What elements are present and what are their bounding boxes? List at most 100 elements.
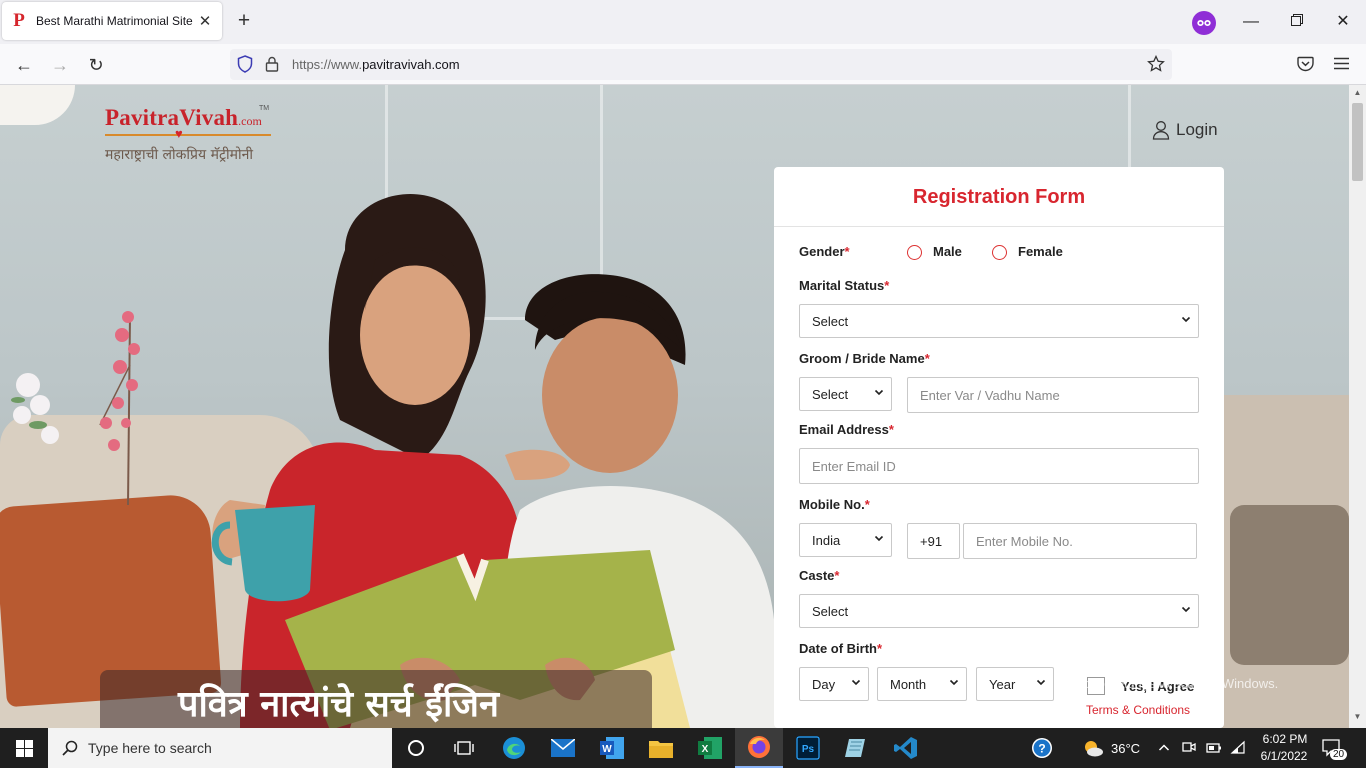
- tab-close-icon[interactable]: ✕: [196, 12, 214, 30]
- cortana-icon[interactable]: [392, 728, 440, 768]
- caste-label: Caste*: [799, 568, 839, 583]
- chevron-up-icon[interactable]: [1158, 741, 1170, 759]
- form-header: Registration Form: [774, 167, 1224, 227]
- minimize-window-icon[interactable]: —: [1236, 8, 1266, 36]
- dob-label: Date of Birth*: [799, 641, 882, 656]
- private-browsing-icon[interactable]: [1192, 11, 1216, 35]
- padlock-icon[interactable]: [265, 56, 279, 77]
- notepad-app-icon[interactable]: [833, 728, 881, 768]
- pocket-icon[interactable]: [1297, 56, 1314, 77]
- new-tab-button[interactable]: +: [232, 10, 256, 34]
- back-arrow-icon[interactable]: ←: [11, 52, 37, 78]
- mobile-label-text: Mobile No.: [799, 497, 865, 512]
- web-page: PavitraVivah.com TM ♥ महाराष्ट्राची लोकप…: [0, 85, 1349, 728]
- login-link[interactable]: Login: [1152, 120, 1218, 140]
- bride-groom-name-input[interactable]: Enter Var / Vadhu Name: [907, 377, 1199, 413]
- scroll-down-icon[interactable]: ▼: [1352, 712, 1363, 724]
- firefox-icon[interactable]: [735, 728, 783, 768]
- cushion-image-right: [1230, 505, 1349, 665]
- scrollbar-thumb[interactable]: [1352, 103, 1363, 181]
- chevron-down-icon: [874, 389, 884, 396]
- taskbar-date[interactable]: 6/1/2022: [1256, 749, 1312, 763]
- form-title: Registration Form: [912, 186, 1086, 208]
- login-label: Login: [1176, 120, 1218, 139]
- dob-day-select[interactable]: Day: [799, 667, 869, 701]
- required-mark: *: [834, 568, 840, 583]
- mobile-label: Mobile No.*: [799, 497, 870, 512]
- site-logo[interactable]: PavitraVivah.com TM ♥ महाराष्ट्राची लोकप…: [105, 105, 285, 165]
- close-window-icon[interactable]: ✕: [1328, 8, 1358, 36]
- url-text[interactable]: https://www.pavitravivah.com: [292, 57, 460, 72]
- chevron-down-icon: [1181, 606, 1191, 613]
- weather-temperature[interactable]: 36°C: [1111, 741, 1140, 756]
- marital-status-select[interactable]: Select: [799, 304, 1199, 338]
- country-select[interactable]: India: [799, 523, 892, 557]
- bookmark-star-icon[interactable]: [1147, 54, 1165, 78]
- name-prefix-select[interactable]: Select: [799, 377, 892, 411]
- name-prefix-value: Select: [812, 386, 849, 402]
- mail-icon[interactable]: [539, 728, 587, 768]
- dob-year-select[interactable]: Year: [976, 667, 1054, 701]
- caste-label-text: Caste: [799, 568, 835, 583]
- agree-checkbox[interactable]: [1087, 677, 1105, 695]
- gender-label: Gender*: [799, 244, 850, 259]
- help-icon[interactable]: ?: [1018, 728, 1066, 768]
- taskbar-time[interactable]: 6:02 PM: [1260, 732, 1310, 746]
- file-explorer-icon[interactable]: [637, 728, 685, 768]
- chevron-down-icon: [874, 535, 884, 542]
- browser-tab[interactable]: P Best Marathi Matrimonial Site | ✕: [2, 2, 222, 40]
- required-mark: *: [844, 244, 850, 259]
- dob-month-select[interactable]: Month: [877, 667, 967, 701]
- tracking-shield-icon[interactable]: [237, 55, 253, 78]
- forward-arrow-icon[interactable]: →: [47, 52, 73, 78]
- logo-trademark: TM: [259, 105, 270, 112]
- battery-icon[interactable]: [1206, 741, 1222, 759]
- dob-month-value: Month: [890, 676, 927, 692]
- page-scrollbar[interactable]: ▲ ▼: [1349, 85, 1366, 728]
- vscode-icon[interactable]: [882, 728, 930, 768]
- caste-select[interactable]: Select: [799, 594, 1199, 628]
- mobile-number-input[interactable]: Enter Mobile No.: [963, 523, 1197, 559]
- task-view-icon[interactable]: [440, 728, 488, 768]
- meet-now-icon[interactable]: [1182, 740, 1196, 759]
- gender-label-text: Gender: [799, 244, 845, 259]
- dob-year-value: Year: [989, 676, 1016, 692]
- wifi-icon[interactable]: [1230, 740, 1246, 759]
- browser-tab-bar: P Best Marathi Matrimonial Site | ✕ + — …: [0, 0, 1366, 44]
- required-mark: *: [864, 497, 870, 512]
- gender-male-radio[interactable]: [907, 245, 922, 260]
- email-label-text: Email Address: [799, 422, 889, 437]
- notification-count: 20: [1330, 749, 1348, 760]
- terms-conditions-link[interactable]: Terms & Conditions: [1086, 703, 1190, 717]
- taskbar-search-box[interactable]: Type here to search: [48, 728, 392, 768]
- windows-start-icon[interactable]: [0, 728, 48, 768]
- restore-window-icon[interactable]: [1282, 8, 1312, 36]
- weather-icon[interactable]: [1082, 738, 1104, 763]
- address-bar[interactable]: https://www.pavitravivah.com: [230, 49, 1172, 80]
- hero-banner: पवित्र नात्यांचे सर्च ईंजिन: [100, 670, 652, 728]
- reload-icon[interactable]: ↻: [83, 52, 109, 78]
- registration-form: Registration Form Gender* Male Female Ma…: [774, 167, 1224, 728]
- gender-female-label[interactable]: Female: [1018, 244, 1063, 259]
- photoshop-icon[interactable]: Ps: [784, 728, 832, 768]
- couple-reading-image: [211, 193, 780, 728]
- gender-female-radio[interactable]: [992, 245, 1007, 260]
- hamburger-menu-icon[interactable]: [1334, 57, 1349, 75]
- caste-value: Select: [812, 603, 849, 619]
- marital-status-label: Marital Status*: [799, 278, 889, 293]
- required-mark: *: [884, 278, 890, 293]
- gender-male-label[interactable]: Male: [933, 244, 962, 259]
- edge-browser-icon[interactable]: [490, 728, 538, 768]
- dob-day-value: Day: [812, 676, 836, 692]
- svg-text:Ps: Ps: [802, 744, 815, 755]
- marital-status-value: Select: [812, 313, 849, 329]
- logo-tagline: महाराष्ट्राची लोकप्रिय मॅट्रीमोनी: [105, 147, 254, 163]
- email-input[interactable]: Enter Email ID: [799, 448, 1199, 484]
- dob-label-text: Date of Birth: [799, 641, 877, 656]
- excel-icon[interactable]: X: [686, 728, 734, 768]
- scroll-up-icon[interactable]: ▲: [1352, 88, 1363, 100]
- word-icon[interactable]: W: [588, 728, 636, 768]
- svg-text:W: W: [602, 744, 612, 755]
- site-favicon-icon: P: [13, 10, 25, 31]
- agree-label[interactable]: Yes, I Agree: [1121, 679, 1194, 694]
